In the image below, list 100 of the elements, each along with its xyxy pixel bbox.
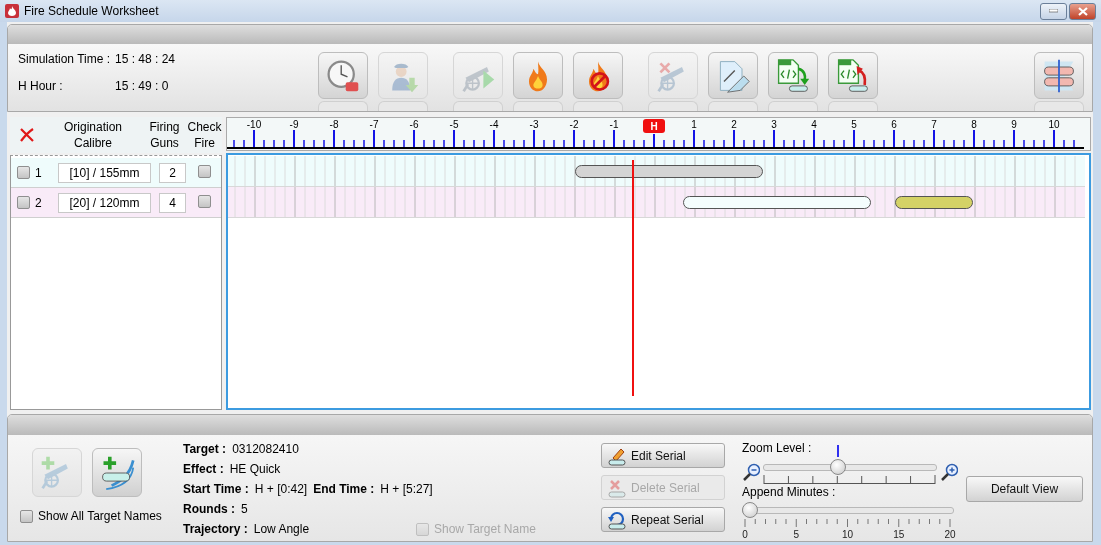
guns-field[interactable]: 4 [159,192,186,213]
ruler-label: -2 [569,119,579,130]
detail-value: H + [5:27] [380,482,433,496]
tick-label: 10 [841,529,854,540]
time-value: 15 : 48 : 24 [115,52,177,66]
serial-bar[interactable] [575,165,763,178]
zoom-in-icon[interactable] [940,463,958,481]
detail-value: Low Angle [253,522,310,536]
calibre-field[interactable]: [20] / 120mm [58,192,151,213]
ruler-tick [773,129,775,148]
column-header: Origination Calibre [63,119,123,151]
repeat-icon [607,509,627,530]
toolbar-button[interactable] [708,52,758,100]
ruler-tick [1013,129,1015,148]
ruler-label: -4 [489,119,499,130]
ruler-label: 6 [891,119,897,130]
ruler-tick [853,129,855,148]
ruler-tick [653,133,655,148]
ruler-label: -7 [369,119,379,130]
minimize-icon [1049,9,1058,13]
ruler-tick [813,129,815,148]
ruler-tick [253,129,255,148]
cross-icon[interactable] [19,127,35,143]
toolbar-button[interactable] [768,52,818,100]
ruler-tick [293,129,295,148]
ruler-label: -5 [449,119,459,130]
detail-label: Rounds : [183,502,235,516]
serial-button[interactable]: Repeat Serial [601,507,725,532]
ruler-label: -1 [609,119,619,130]
ruler-label: 3 [771,119,777,130]
show-all-checkbox[interactable] [20,509,33,523]
time-label: H Hour : [18,79,64,93]
ruler-label: 8 [971,119,977,130]
toolbar-button[interactable] [828,52,878,100]
ruler-tick [373,129,375,148]
ruler-label: -3 [529,119,539,130]
app-icon [5,4,19,18]
time-label: Simulation Time : [18,52,112,66]
calibre-field[interactable]: [10] / 155mm [58,162,151,183]
ruler-tick [973,129,975,148]
ruler-tick [1053,129,1055,148]
close-button[interactable] [1069,2,1096,20]
check-fire-checkbox[interactable] [198,164,211,178]
row-checkbox[interactable] [17,196,30,209]
detail-value: 0312082410 [232,442,299,456]
tick-label: 5 [793,529,800,540]
ruler-label: -6 [409,119,419,130]
detail-value: HE Quick [229,462,281,476]
ruler-label: 9 [1011,119,1017,130]
detail-label: Trajectory : [183,522,248,536]
ruler-tick [613,129,615,148]
row-checkbox[interactable] [17,166,30,179]
add-button[interactable] [92,448,142,497]
serial-bar[interactable] [683,196,871,209]
tick-label: 20 [944,529,956,540]
detail-label: End Time : [313,482,375,496]
ruler-tick [733,129,735,148]
toolbar-button[interactable] [1034,52,1084,100]
default-view-button[interactable]: Default View [966,476,1083,502]
serial-button[interactable]: Edit Serial [601,443,725,468]
zoom-out-icon[interactable] [742,463,760,481]
ruler-tick [453,129,455,148]
toolbar-button[interactable] [318,52,368,100]
row-number: 2 [35,195,43,210]
tick-label: 0 [742,529,748,540]
ruler-label: 1 [691,119,697,130]
slider-thumb[interactable] [829,459,846,475]
ruler-label: 7 [931,119,937,130]
ruler-tick [693,129,695,148]
time-value: 15 : 49 : 0 [115,79,170,93]
document-upload-icon [835,57,871,94]
zoom-label: Zoom Level : [742,441,812,455]
ruler-label: -8 [329,119,339,130]
ruler-tick [933,129,935,148]
detail-label: Start Time : [183,482,249,496]
close-icon [1077,6,1088,16]
ruler-label: -9 [289,119,299,130]
minimize-button[interactable] [1040,2,1067,20]
append-slider[interactable] [742,502,954,518]
ruler-label: -10 [246,119,262,130]
check-fire-checkbox[interactable] [198,194,211,208]
detail-label: Effect : [183,462,224,476]
zoom-marker [836,445,839,457]
detail-value: 5 [241,502,248,516]
toolbar-button[interactable] [513,52,563,100]
ruler-tick [533,129,535,148]
detail-label: Target : [183,442,227,456]
guns-field[interactable]: 2 [159,162,186,183]
column-header: Check Fire [187,119,222,151]
ruler-tick [893,129,895,148]
ruler-tick [413,129,415,148]
h-hour-marker: H [643,119,665,133]
toolbar-button[interactable] [573,52,623,100]
slider-thumb[interactable] [742,502,758,518]
ruler-label: 2 [731,119,737,130]
serial-bar[interactable] [895,196,973,209]
delete-bar-icon [607,477,627,498]
checkbox-label: Show Target Name [434,522,536,536]
tick-label: 15 [893,529,905,540]
ruler-label: 4 [811,119,817,130]
